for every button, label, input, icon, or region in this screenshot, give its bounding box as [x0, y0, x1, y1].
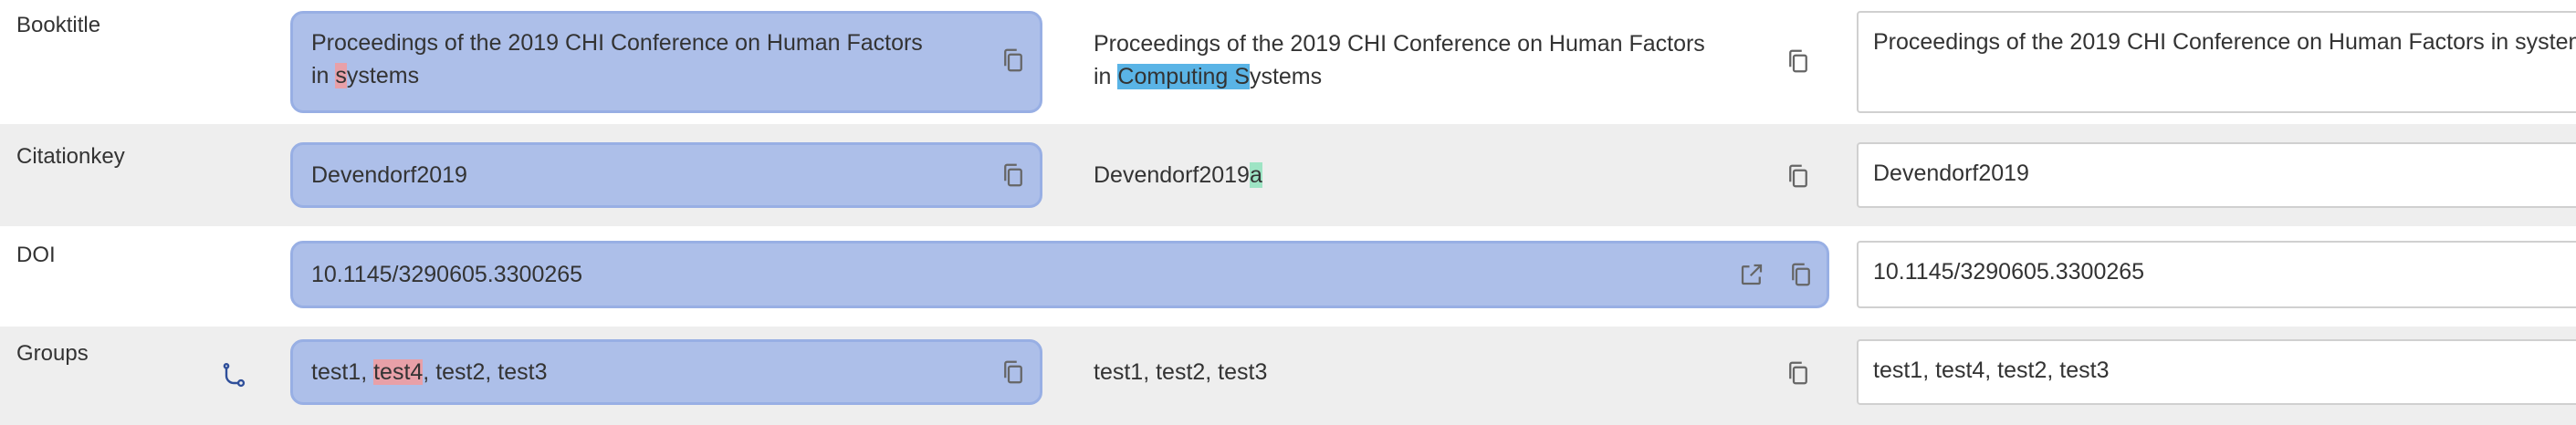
merged-value-groups[interactable]: test1, test4, test2, test3	[1857, 339, 2576, 405]
added-highlight: a	[1249, 162, 1262, 188]
left-line2-post: ystems	[346, 63, 420, 88]
field-label-booktitle: Booktitle	[16, 13, 101, 37]
merged-text-citationkey: Devendorf2019	[1873, 161, 2029, 186]
row-doi: DOI 10.1145/3290605.3300265 10.1145/3290…	[0, 226, 2576, 327]
field-label-doi: DOI	[16, 243, 56, 267]
left-line2-pre: in	[311, 63, 336, 88]
left-text-citationkey: Devendorf2019	[311, 162, 467, 188]
mid-line2-post: ystems	[1249, 64, 1323, 89]
left-value-doi[interactable]: 10.1145/3290605.3300265	[290, 241, 1829, 308]
merge-icon[interactable]	[219, 361, 248, 390]
field-label-groups: Groups	[16, 341, 89, 366]
merged-value-citationkey[interactable]: Devendorf2019	[1857, 142, 2576, 208]
copy-icon[interactable]	[1785, 162, 1812, 190]
copy-icon[interactable]	[1000, 47, 1027, 74]
left-value-booktitle[interactable]: Proceedings of the 2019 CHI Conference o…	[290, 11, 1042, 113]
left-text-groups: test1, test4, test2, test3	[311, 356, 547, 389]
row-groups: Groups test1, test4, test2, test3 test1,…	[0, 327, 2576, 425]
merged-text-doi: 10.1145/3290605.3300265	[1873, 259, 2145, 285]
merged-value-booktitle[interactable]: Proceedings of the 2019 CHI Conference o…	[1857, 11, 2576, 113]
mid-text-groups: test1, test2, test3	[1094, 359, 1268, 385]
mid-text-booktitle: Proceedings of the 2019 CHI Conference o…	[1094, 27, 1705, 93]
left-text-booktitle: Proceedings of the 2019 CHI Conference o…	[311, 26, 923, 92]
left-value-citationkey[interactable]: Devendorf2019	[290, 142, 1042, 208]
left-text-doi: 10.1145/3290605.3300265	[311, 262, 583, 287]
removed-highlight: test4	[373, 359, 424, 385]
copy-icon[interactable]	[1785, 47, 1812, 75]
removed-highlight: s	[335, 63, 347, 88]
field-label-citationkey: Citationkey	[16, 144, 125, 169]
row-booktitle: Booktitle Proceedings of the 2019 CHI Co…	[0, 0, 2576, 124]
mid-pre-citationkey: Devendorf2019	[1094, 162, 1250, 188]
mid-text-citationkey: Devendorf2019a	[1094, 159, 1262, 192]
copy-icon[interactable]	[1785, 359, 1812, 387]
left-pre-groups: test1,	[311, 359, 374, 385]
left-line1: Proceedings of the 2019 CHI Conference o…	[311, 30, 923, 56]
copy-icon[interactable]	[1000, 358, 1027, 386]
mid-line2-pre: in	[1094, 64, 1118, 89]
left-value-groups[interactable]: test1, test4, test2, test3	[290, 339, 1042, 405]
changed-highlight: Computing S	[1117, 64, 1250, 89]
merged-value-doi[interactable]: 10.1145/3290605.3300265	[1857, 241, 2576, 308]
copy-icon[interactable]	[1000, 161, 1027, 189]
merged-text-booktitle: Proceedings of the 2019 CHI Conference o…	[1873, 29, 2576, 55]
open-external-icon[interactable]	[1738, 261, 1765, 288]
copy-icon[interactable]	[1787, 261, 1815, 288]
left-line2: in systems	[311, 59, 923, 92]
mid-line1: Proceedings of the 2019 CHI Conference o…	[1094, 31, 1705, 57]
merged-text-groups: test1, test4, test2, test3	[1873, 358, 2110, 383]
left-post-groups: , test2, test3	[423, 359, 548, 385]
mid-line2: in Computing Systems	[1094, 60, 1705, 93]
row-citationkey: Citationkey Devendorf2019 Devendorf2019a…	[0, 124, 2576, 226]
